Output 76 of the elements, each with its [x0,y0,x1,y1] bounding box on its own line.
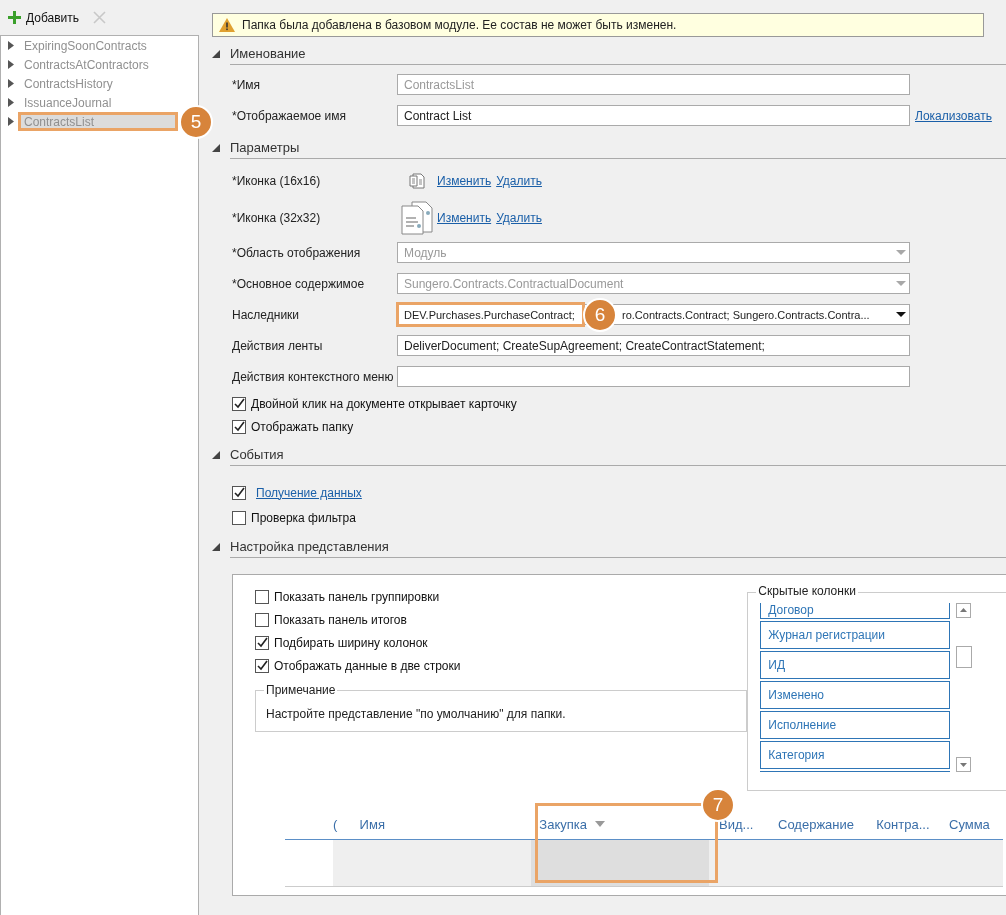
checkbox[interactable] [255,658,269,673]
icon-link[interactable]: Удалить [496,174,542,188]
field-label: Наследники [232,307,301,322]
checkbox-label[interactable]: Показать панель группировки [274,589,440,604]
section-title: События [230,444,1006,466]
scrollbar-thumb[interactable] [956,646,973,668]
sort-icon [595,821,605,827]
collapse-icon[interactable] [212,543,220,551]
column-chip[interactable]: Журнал регистрации [760,621,951,649]
callout-badge: 6 [583,298,617,332]
expand-icon[interactable] [8,117,14,126]
checkbox[interactable] [232,396,246,411]
checkbox-label[interactable]: Показать панель итогов [274,612,407,627]
field-label: *Основное содержимое [232,276,366,291]
column-header[interactable]: Содержание [773,809,872,839]
tree-item[interactable]: ContractsAtContractors [18,55,149,74]
icon-link[interactable]: Изменить [437,174,492,188]
checkbox-label[interactable]: Двойной клик на документе открывает карточку [251,396,517,411]
field-label: *Иконка (32x32) [232,211,322,225]
section-title: Параметры [230,137,1006,159]
scroll-down-icon[interactable] [956,757,972,772]
field-label: Действия ленты [232,338,324,353]
warning-icon [219,18,235,32]
checkbox[interactable] [255,589,269,604]
warning-text: Папка была добавлена в базовом модуле. Ее состав не может быть изменен. [242,18,677,32]
field-label: *Иконка (16x16) [232,174,322,188]
document-icon [400,201,434,235]
field-label: *Отображаемое имя [232,108,348,123]
input-field[interactable]: DeliverDocument; CreateSupAgreement; CreateContractStatement; [397,335,910,356]
expand-icon[interactable] [8,79,14,88]
plus-icon [8,11,21,24]
callout-badge: 5 [179,105,213,139]
collapse-icon[interactable] [212,451,220,459]
expand-icon[interactable] [8,60,14,69]
icon-link[interactable]: Изменить [437,211,492,225]
note-text: Настройте представление "по умолчанию" для папки. [266,707,567,721]
checkbox[interactable] [232,510,246,525]
tree-item[interactable]: ExpiringSoonContracts [18,36,147,55]
tree-item[interactable]: IssuanceJournal [18,93,112,112]
collapse-icon[interactable] [212,50,220,58]
checkbox[interactable] [255,612,269,627]
icon-link[interactable]: Удалить [496,211,542,225]
document-icon [408,172,426,190]
group-title: Примечание [264,683,338,697]
add-button[interactable]: Добавить [6,8,82,27]
column-chip[interactable]: Категория [760,741,951,769]
field-label: *Область отображения [232,245,362,260]
column-header[interactable]: Сумма [944,809,1003,839]
section-title: Именование [230,43,1006,65]
column-chip[interactable]: ИД [760,651,951,679]
column-header[interactable]: Имя [354,809,535,839]
checkbox[interactable] [255,635,269,650]
scroll-up-icon[interactable] [956,603,972,618]
section-title: Настройка представления [230,536,1006,558]
checkbox-label[interactable]: Отображать данные в две строки [274,658,461,673]
column-chip[interactable]: Исполнение [760,711,951,739]
expand-icon[interactable] [8,98,14,107]
checkbox[interactable] [232,419,246,434]
localize-link[interactable]: Локализовать [915,108,992,123]
expand-icon[interactable] [8,41,14,50]
column-chip[interactable]: Изменено [760,681,951,709]
field-label: *Имя [232,77,262,92]
checkbox-label[interactable]: Подбирать ширину колонок [274,635,428,650]
collapse-icon[interactable] [212,144,220,152]
checkbox-label[interactable]: Отображать папку [251,419,354,434]
tree-item[interactable]: ContractsHistory [18,74,113,93]
input-field[interactable]: Contract List [397,105,910,126]
checkbox[interactable] [232,485,246,500]
group-title: Скрытые колонки [756,584,858,598]
column-header[interactable]: ( [333,809,355,839]
checkbox-label[interactable]: Проверка фильтра [251,510,356,525]
field-label: Действия контекстного меню [232,369,395,384]
checkbox-link[interactable]: Получение данных [256,485,362,500]
column-header[interactable]: Контра... [871,809,944,839]
column-chip[interactable]: Договор [760,603,951,619]
input-field[interactable] [397,366,910,387]
